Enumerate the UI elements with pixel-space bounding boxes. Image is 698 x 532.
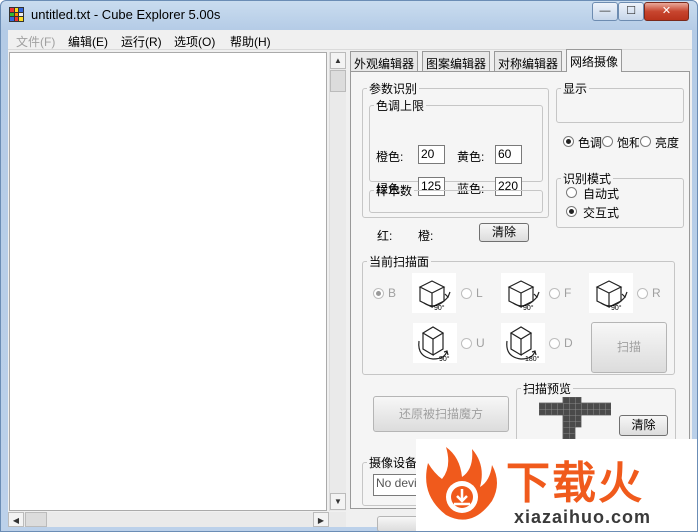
face-u-label: U <box>476 336 485 350</box>
clear-preview-button[interactable]: 清除 <box>619 415 668 436</box>
watermark-brand-text: 下载火 <box>506 458 644 509</box>
display-brightness-label: 亮度 <box>655 136 680 150</box>
cube-rotation-icon: 90° <box>412 273 456 313</box>
scroll-left-arrow-icon[interactable]: ◀ <box>8 512 24 527</box>
face-d-label: D <box>564 336 573 350</box>
cube-rotation-icon: 180° <box>501 323 545 363</box>
watermark-url: xiazaihuo.com <box>514 507 652 527</box>
watermark-logo: 下载火 xiazaihuo.com <box>416 439 697 531</box>
face-r-label: R <box>652 286 661 300</box>
auto-mode-label: 自动式 <box>583 187 620 201</box>
cube-net-preview-icon <box>539 397 611 440</box>
tab-webcam[interactable]: 网络摄像 <box>566 49 623 72</box>
scroll-thumb[interactable] <box>330 70 346 92</box>
menu-help[interactable]: 帮助(H) <box>230 33 271 50</box>
title-bar[interactable]: untitled.txt - Cube Explorer 5.00s — ☐ ✕ <box>1 1 697 29</box>
tab-pattern-editor[interactable]: 图案编辑器 <box>422 51 491 71</box>
display-brightness-radio[interactable] <box>640 136 651 147</box>
cube-rotation-icon: 90° <box>413 323 457 363</box>
vertical-scrollbar[interactable]: ▲ ▼ <box>329 52 346 511</box>
maximize-button[interactable]: ☐ <box>618 2 644 21</box>
angle-label: 180° <box>525 355 540 363</box>
hscroll-thumb[interactable] <box>25 512 47 527</box>
face-f-radio[interactable] <box>549 288 560 299</box>
scan-preview-title: 扫描预览 <box>523 382 572 396</box>
close-button[interactable]: ✕ <box>644 2 689 21</box>
tab-symmetry-editor[interactable]: 对称编辑器 <box>494 51 563 71</box>
scan-button[interactable]: 扫描 <box>591 322 667 373</box>
scan-face-title: 当前扫描面 <box>369 255 430 269</box>
display-saturation-radio[interactable] <box>602 136 613 147</box>
scroll-up-arrow-icon[interactable]: ▲ <box>330 52 346 69</box>
menu-bar: 文件(F) 编辑(E) 运行(R) 选项(O) 帮助(H) <box>8 30 692 50</box>
interactive-mode-radio[interactable] <box>566 206 577 217</box>
face-r-radio[interactable] <box>637 288 648 299</box>
tab-facelet-editor[interactable]: 外观编辑器 <box>350 51 419 71</box>
face-l-radio[interactable] <box>461 288 472 299</box>
scroll-right-arrow-icon[interactable]: ▶ <box>313 512 329 527</box>
interactive-mode-label: 交互式 <box>583 206 620 220</box>
menu-file[interactable]: 文件(F) <box>16 33 55 50</box>
display-title: 显示 <box>563 82 588 96</box>
orange-sample-label: 橙: <box>418 229 434 243</box>
display-hue-radio[interactable] <box>563 136 574 147</box>
window-title: untitled.txt - Cube Explorer 5.00s <box>31 7 221 22</box>
horizontal-scrollbar[interactable]: ◀ ▶ <box>8 512 346 527</box>
angle-label: 90° <box>523 304 534 312</box>
angle-label: 90° <box>439 355 450 363</box>
face-d-radio[interactable] <box>549 338 560 349</box>
cube-rotation-icon: 90° <box>589 273 633 313</box>
hue-limit-group: 色调上限 <box>369 97 543 182</box>
yellow-label: 黄色: <box>457 150 485 164</box>
menu-run[interactable]: 运行(R) <box>121 33 162 50</box>
hue-limit-title: 色调上限 <box>376 99 425 113</box>
camera-device-title: 摄像设备 <box>369 456 418 470</box>
display-saturation-label: 饱和 <box>617 136 639 150</box>
application-window: untitled.txt - Cube Explorer 5.00s — ☐ ✕… <box>0 0 698 532</box>
minimize-button[interactable]: — <box>592 2 618 21</box>
samples-title: 样本数 <box>376 184 413 198</box>
clear-samples-button[interactable]: 清除 <box>479 223 529 242</box>
angle-label: 90° <box>434 304 445 312</box>
restore-scanned-cube-button[interactable]: 还原被扫描魔方 <box>373 396 509 432</box>
text-editor-area[interactable] <box>9 52 327 511</box>
face-l-label: L <box>476 286 483 300</box>
orange-hue-input[interactable]: 20 <box>418 145 445 164</box>
face-b-radio[interactable] <box>373 288 384 299</box>
auto-mode-radio[interactable] <box>566 187 577 198</box>
face-b-label: B <box>388 286 397 300</box>
red-sample-label: 红: <box>377 229 393 243</box>
menu-edit[interactable]: 编辑(E) <box>68 33 108 50</box>
yellow-hue-input[interactable]: 60 <box>495 145 522 164</box>
cube-app-icon <box>9 7 24 22</box>
display-group: 显示 <box>556 80 684 123</box>
face-f-label: F <box>564 286 572 300</box>
samples-group: 样本数 <box>369 182 543 213</box>
menu-options[interactable]: 选项(O) <box>174 33 215 50</box>
orange-label: 橙色: <box>376 150 404 164</box>
scroll-down-arrow-icon[interactable]: ▼ <box>330 493 346 510</box>
param-recognition-title: 参数识别 <box>369 82 418 96</box>
cube-rotation-icon: 90° <box>501 273 545 313</box>
angle-label: 90° <box>611 304 622 312</box>
recognition-mode-group: 识别模式 <box>556 170 684 228</box>
face-u-radio[interactable] <box>461 338 472 349</box>
display-hue-label: 色调 <box>578 136 602 150</box>
